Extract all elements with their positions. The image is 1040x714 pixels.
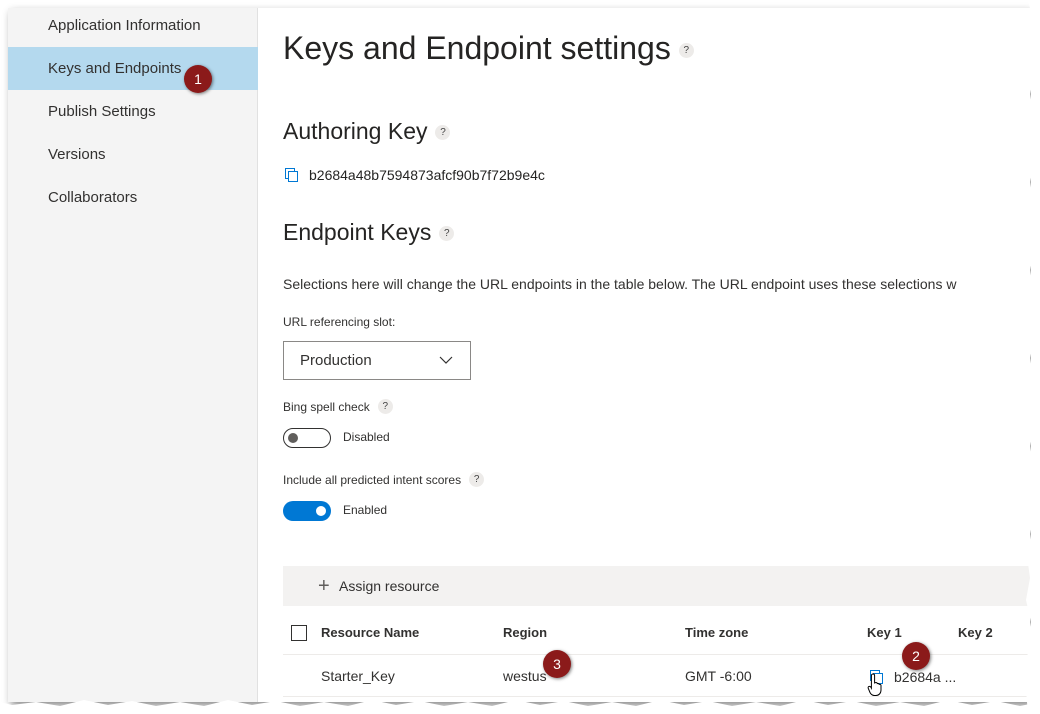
authoring-key-value: b2684a48b7594873afcf90b7f72b9e4c	[309, 167, 545, 183]
sidebar-item-publish-settings[interactable]: Publish Settings	[8, 90, 258, 133]
column-header-key2[interactable]: Key 2	[958, 625, 993, 640]
slot-label: URL referencing slot:	[283, 315, 395, 329]
cell-resource-name: Starter_Key	[321, 668, 395, 684]
annotation-badge-3: 3	[543, 650, 571, 678]
help-icon[interactable]: ?	[678, 43, 694, 59]
help-icon[interactable]: ?	[469, 472, 485, 487]
sidebar-item-label: Versions	[48, 146, 106, 163]
main-content: Keys and Endpoint settings? Authoring Ke…	[258, 8, 1030, 702]
page-title: Keys and Endpoint settings?	[283, 30, 694, 67]
toggle-knob	[288, 433, 298, 443]
intent-scores-toggle[interactable]	[283, 501, 331, 521]
authoring-key-row: b2684a48b7594873afcf90b7f72b9e4c	[285, 167, 545, 183]
spell-check-label-text: Bing spell check	[283, 399, 370, 414]
chevron-down-icon	[439, 356, 453, 364]
app-window: Application Information Keys and Endpoin…	[8, 8, 1030, 702]
annotation-badge-2: 2	[902, 642, 930, 670]
column-header-region[interactable]: Region	[503, 625, 547, 640]
cell-region: westus	[503, 668, 547, 684]
spell-check-label: Bing spell check?	[283, 399, 393, 414]
endpoint-description: Selections here will change the URL endp…	[283, 276, 957, 292]
torn-edge-bottom	[0, 700, 1040, 714]
command-bar: + Assign resource	[283, 566, 1030, 606]
endpoint-keys-heading: Endpoint Keys?	[283, 219, 455, 246]
slot-dropdown-value: Production	[300, 352, 372, 369]
slot-label-text: URL referencing slot:	[283, 315, 396, 329]
help-icon[interactable]: ?	[439, 226, 455, 242]
sidebar-item-keys-and-endpoints[interactable]: Keys and Endpoints	[8, 47, 258, 90]
torn-edge-right	[1026, 0, 1040, 714]
sidebar-item-label: Collaborators	[48, 189, 138, 206]
column-header-resource-name[interactable]: Resource Name	[321, 625, 419, 640]
spell-check-state: Disabled	[343, 430, 390, 444]
intent-scores-label-text: Include all predicted intent scores	[283, 472, 462, 487]
column-header-key1[interactable]: Key 1	[867, 625, 902, 640]
plus-icon: +	[318, 575, 330, 597]
help-icon[interactable]: ?	[377, 399, 393, 414]
sidebar-item-versions[interactable]: Versions	[8, 133, 258, 176]
column-header-time-zone[interactable]: Time zone	[685, 625, 748, 640]
sidebar-item-application-information[interactable]: Application Information	[8, 8, 258, 47]
endpoint-keys-heading-text: Endpoint Keys	[283, 219, 432, 245]
authoring-key-heading: Authoring Key?	[283, 118, 451, 145]
authoring-key-heading-text: Authoring Key	[283, 118, 428, 144]
cell-key1-value: b2684a ...	[894, 669, 957, 685]
page-title-text: Keys and Endpoint settings	[283, 30, 671, 66]
sidebar-item-label: Application Information	[48, 17, 201, 34]
help-icon[interactable]: ?	[435, 125, 451, 141]
annotation-badge-1: 1	[184, 65, 212, 93]
select-all-checkbox[interactable]	[291, 625, 307, 641]
spell-check-toggle[interactable]	[283, 428, 331, 448]
sidebar-item-label: Publish Settings	[48, 103, 156, 120]
sidebar: Application Information Keys and Endpoin…	[8, 8, 258, 702]
sidebar-item-collaborators[interactable]: Collaborators	[8, 176, 258, 219]
cell-time-zone: GMT -6:00	[685, 668, 752, 684]
intent-scores-state: Enabled	[343, 503, 388, 517]
copy-icon[interactable]	[285, 167, 299, 183]
toggle-knob	[316, 506, 326, 516]
sidebar-item-label: Keys and Endpoints	[48, 60, 182, 77]
slot-dropdown[interactable]: Production	[283, 341, 471, 380]
intent-scores-label: Include all predicted intent scores?	[283, 472, 485, 487]
assign-resource-button[interactable]: Assign resource	[339, 578, 439, 594]
